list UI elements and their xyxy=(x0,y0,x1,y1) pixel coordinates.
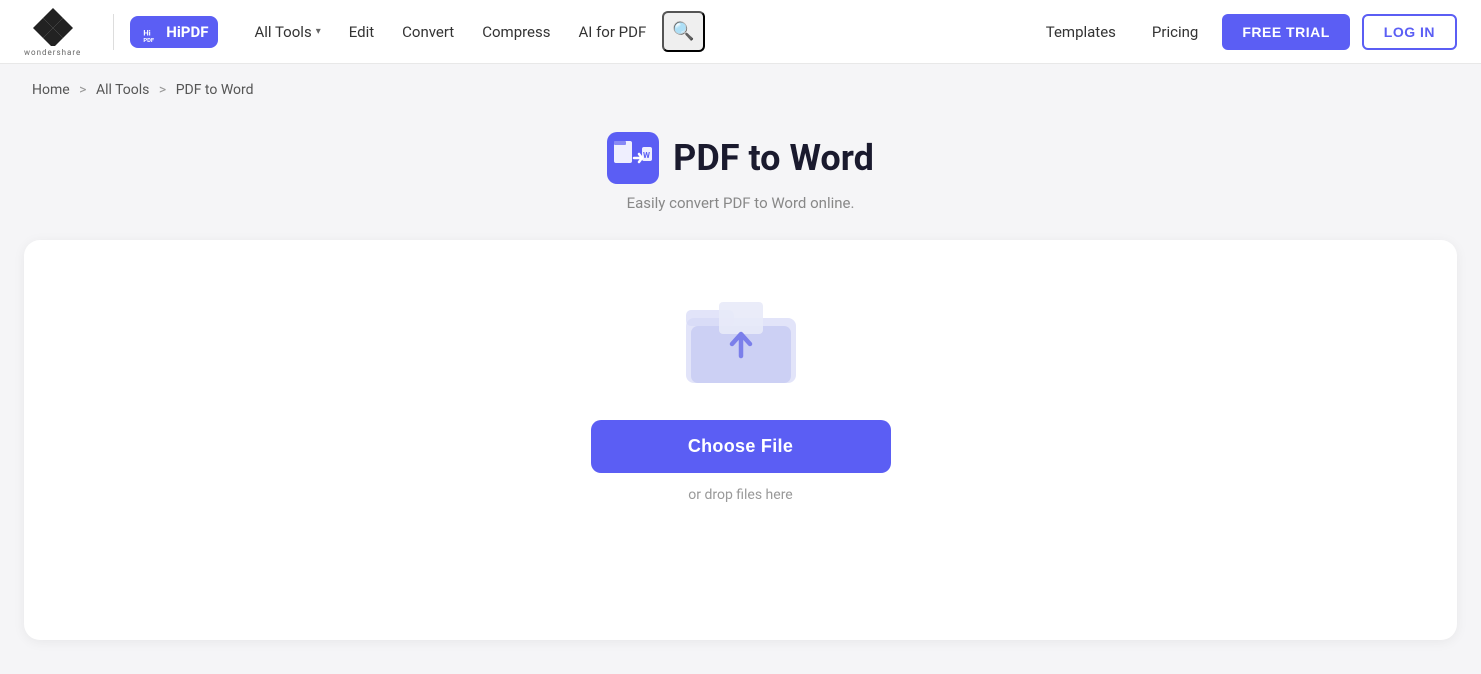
upload-folder-icon xyxy=(681,288,801,388)
navbar-right: Templates Pricing FREE TRIAL LOG IN xyxy=(1034,14,1457,50)
breadcrumb-sep-2: > xyxy=(159,82,166,98)
brand: wondershare xyxy=(24,6,81,57)
upload-section: Choose File or drop files here xyxy=(24,240,1457,640)
wondershare-text: wondershare xyxy=(24,48,81,57)
nav-convert[interactable]: Convert xyxy=(390,15,466,49)
breadcrumb-current: PDF to Word xyxy=(176,82,254,98)
search-icon: 🔍 xyxy=(672,21,694,41)
nav-all-tools[interactable]: All Tools ▾ xyxy=(242,15,332,49)
page-subtitle: Easily convert PDF to Word online. xyxy=(0,194,1481,212)
hipdf-badge: Hi PDF HiPDF xyxy=(130,16,218,48)
hipdf-icon: Hi PDF xyxy=(140,22,160,42)
upload-icon-area xyxy=(681,288,801,392)
wondershare-logo: wondershare xyxy=(24,6,81,57)
nav-compress[interactable]: Compress xyxy=(470,15,562,49)
nav-links: All Tools ▾ Edit Convert Compress AI for… xyxy=(242,11,1033,52)
svg-text:Hi: Hi xyxy=(144,28,151,37)
breadcrumb-all-tools[interactable]: All Tools xyxy=(96,82,149,98)
choose-file-button[interactable]: Choose File xyxy=(591,420,891,473)
nav-ai-for-pdf[interactable]: AI for PDF xyxy=(567,15,659,49)
wondershare-logo-icon xyxy=(33,6,73,46)
page-header-inner: W PDF to Word xyxy=(0,132,1481,184)
breadcrumb: Home > All Tools > PDF to Word xyxy=(0,64,1481,116)
search-button[interactable]: 🔍 xyxy=(662,11,704,52)
drop-hint: or drop files here xyxy=(688,487,792,503)
page-title: PDF to Word xyxy=(673,137,874,179)
svg-text:PDF: PDF xyxy=(144,38,156,42)
pdf-word-svg: W xyxy=(612,137,654,179)
breadcrumb-home[interactable]: Home xyxy=(32,82,70,98)
nav-divider xyxy=(113,14,114,50)
hipdf-label: HiPDF xyxy=(166,23,208,41)
breadcrumb-sep-1: > xyxy=(79,82,86,98)
page-header: W PDF to Word Easily convert PDF to Word… xyxy=(0,116,1481,240)
chevron-down-icon: ▾ xyxy=(316,26,321,37)
svg-text:W: W xyxy=(643,151,650,160)
free-trial-button[interactable]: FREE TRIAL xyxy=(1222,14,1349,50)
nav-templates[interactable]: Templates xyxy=(1034,15,1128,49)
main-content: Home > All Tools > PDF to Word W PDF to … xyxy=(0,64,1481,640)
nav-edit[interactable]: Edit xyxy=(337,15,386,49)
login-button[interactable]: LOG IN xyxy=(1362,14,1457,50)
pdf-word-icon: W xyxy=(607,132,659,184)
nav-pricing[interactable]: Pricing xyxy=(1140,15,1210,49)
navbar: wondershare Hi PDF HiPDF All Tools ▾ Edi… xyxy=(0,0,1481,64)
